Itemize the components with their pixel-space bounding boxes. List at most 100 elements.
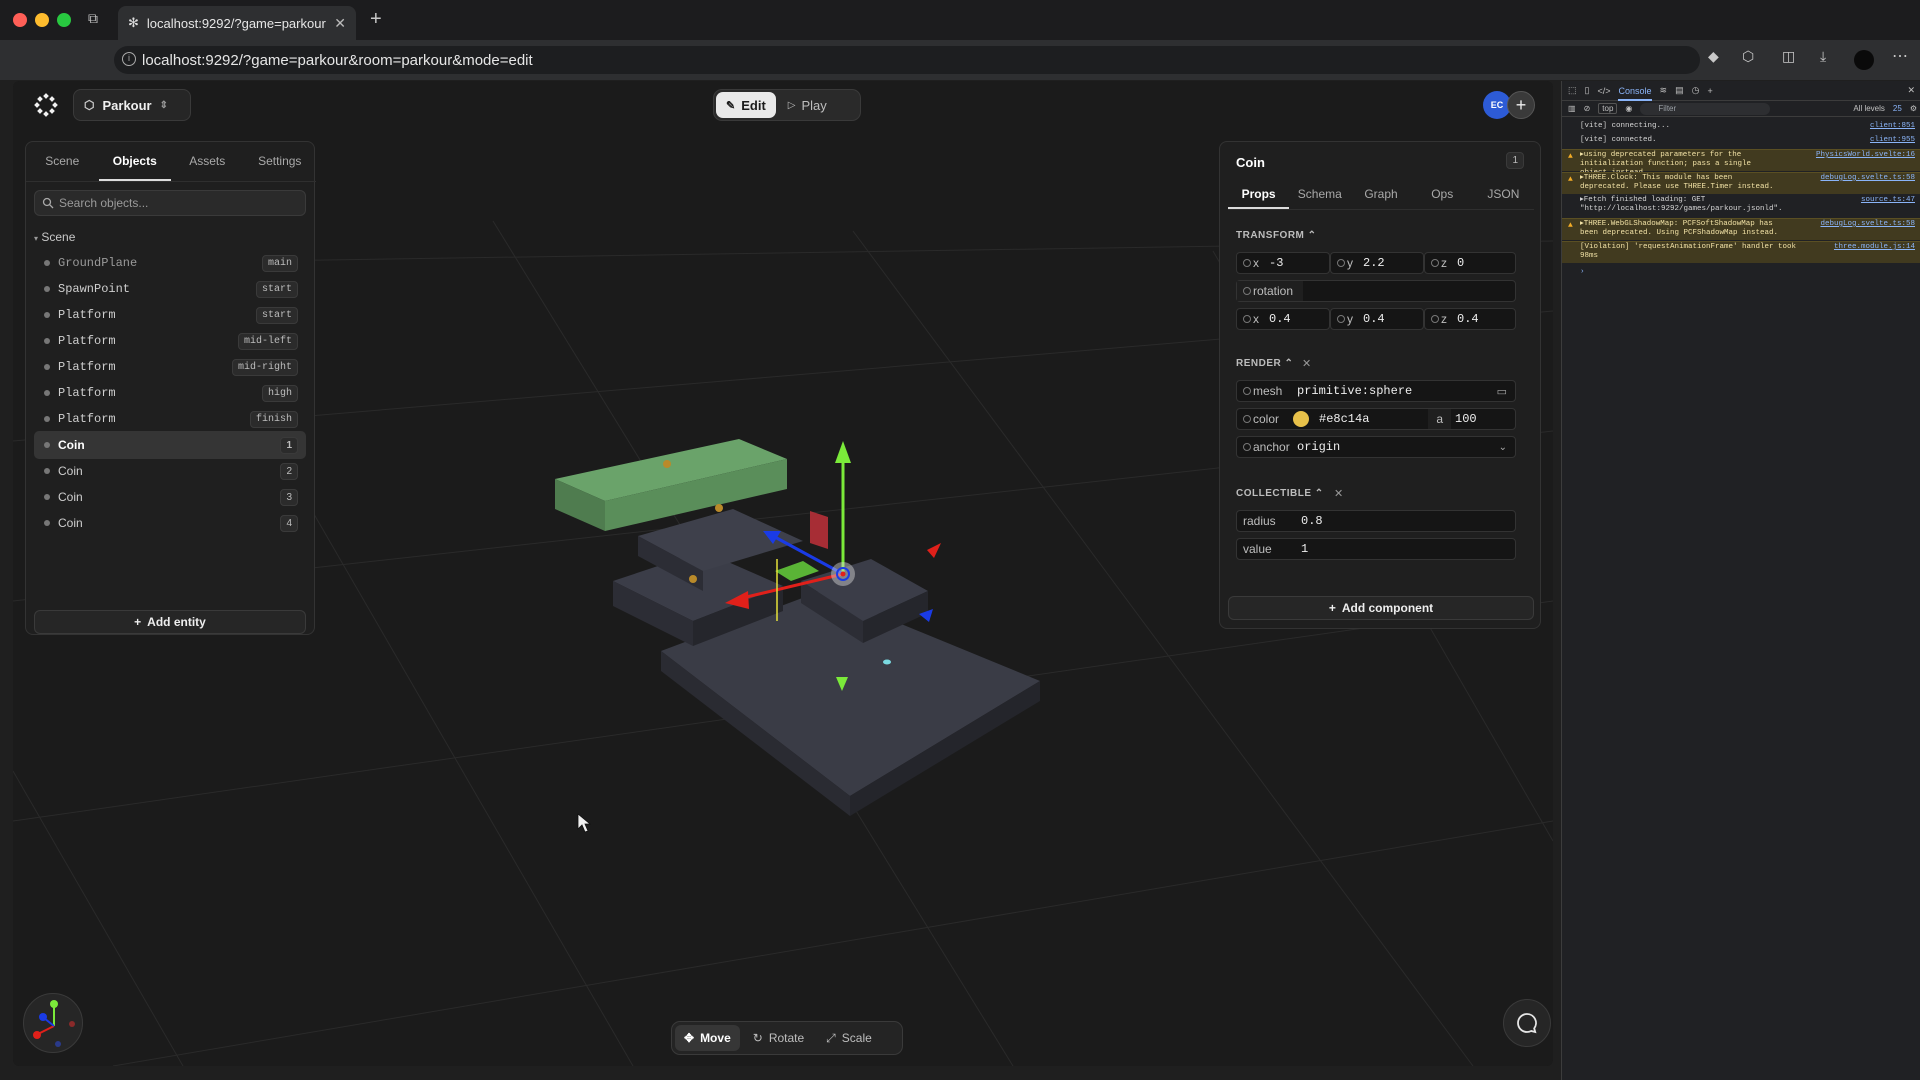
anchor-select-value[interactable]: origin — [1293, 440, 1499, 454]
object-row-platform-finish[interactable]: Platform finish — [34, 405, 306, 433]
issues-count[interactable]: 25 — [1893, 104, 1902, 113]
minimize-window-button[interactable] — [35, 13, 49, 27]
position-y-field[interactable]: y 2.2 — [1330, 252, 1424, 274]
profile-avatar[interactable] — [1854, 50, 1874, 70]
tab-groups-icon[interactable]: ⧉ — [88, 10, 108, 30]
remove-collectible-component-icon[interactable]: ✕ — [1334, 487, 1343, 500]
tab-settings[interactable]: Settings — [244, 142, 317, 181]
tab-json[interactable]: JSON — [1473, 180, 1534, 209]
scale-x-field[interactable]: x 0.4 — [1236, 308, 1330, 330]
tab-assets[interactable]: Assets — [171, 142, 244, 181]
scale-y-field[interactable]: y 0.4 — [1330, 308, 1424, 330]
download-icon[interactable]: ⤓ — [1820, 48, 1826, 65]
network-icon[interactable]: ≋ — [1660, 85, 1668, 96]
object-row-groundplane[interactable]: GroundPlane main — [34, 249, 306, 277]
tab-ops[interactable]: Ops — [1412, 180, 1473, 209]
object-row-platform-mid-right[interactable]: Platform mid-right — [34, 353, 306, 381]
application-icon[interactable]: ▤ — [1675, 85, 1684, 96]
elements-icon[interactable]: </> — [1597, 86, 1610, 96]
object-row-platform-mid-left[interactable]: Platform mid-left — [34, 327, 306, 355]
performance-icon[interactable]: ◷ — [1692, 85, 1700, 96]
device-toolbar-icon[interactable]: ▯ — [1585, 85, 1590, 96]
console-source-link[interactable]: client:955 — [1870, 136, 1915, 145]
tab-schema[interactable]: Schema — [1289, 180, 1350, 209]
invite-user-button[interactable]: + — [1507, 91, 1535, 119]
tab-props[interactable]: Props — [1228, 180, 1290, 209]
console-source-link[interactable]: client:851 — [1870, 122, 1915, 131]
collectible-section-header[interactable]: COLLECTIBLE ⌃ — [1236, 488, 1324, 499]
anchor-field[interactable]: anchor origin ⌄ — [1236, 436, 1516, 458]
object-row-coin-1[interactable]: Coin 1 — [34, 431, 306, 459]
tab-title: localhost:9292/?game=parkour& — [146, 15, 327, 31]
browser-tab[interactable]: ✻ localhost:9292/?game=parkour& ✕ — [118, 6, 356, 40]
add-component-button[interactable]: + Add component — [1228, 596, 1534, 620]
orientation-gizmo[interactable] — [23, 993, 83, 1053]
search-objects-input[interactable] — [34, 190, 306, 216]
object-row-platform-start[interactable]: Platform start — [34, 301, 306, 329]
cube-icon: ⬡ — [84, 98, 95, 112]
console-message: ▸Fetch finished loading: GET "http://loc… — [1562, 195, 1920, 217]
address-bar[interactable]: i localhost:9292/?game=parkour&room=park… — [114, 46, 1700, 74]
scene-tree-header[interactable]: ▾ Scene — [34, 230, 75, 244]
transform-section-header[interactable]: TRANSFORM ⌃ — [1236, 230, 1317, 241]
console-source-link[interactable]: PhysicsWorld.svelte:16 — [1816, 151, 1915, 160]
add-entity-button[interactable]: + Add entity — [34, 610, 306, 634]
color-field[interactable]: color #e8c14a a 100 — [1236, 408, 1516, 430]
object-row-coin-4[interactable]: Coin 4 — [34, 509, 306, 537]
render-section-header[interactable]: RENDER ⌃ — [1236, 358, 1293, 369]
rotate-tool-button[interactable]: ↻ Rotate — [744, 1025, 813, 1051]
radius-field[interactable]: radius 0.8 — [1236, 510, 1516, 532]
object-name: Coin — [58, 516, 83, 530]
object-row-coin-2[interactable]: Coin 2 — [34, 457, 306, 485]
zoom-window-button[interactable] — [57, 13, 71, 27]
rotation-field[interactable]: rotation — [1236, 280, 1516, 302]
remove-render-component-icon[interactable]: ✕ — [1302, 357, 1311, 370]
app-logo-icon[interactable] — [34, 93, 58, 117]
folder-icon[interactable]: ▭ — [1497, 385, 1515, 398]
close-devtools-icon[interactable]: ✕ — [1907, 85, 1920, 96]
chat-button[interactable] — [1503, 999, 1551, 1047]
app-viewport[interactable]: ⬡ Parkour ⇕ ✎ Edit ▷ Play EC + Scene Obj… — [13, 81, 1553, 1066]
value-field[interactable]: value 1 — [1236, 538, 1516, 560]
alpha-value[interactable]: 100 — [1451, 412, 1515, 426]
edit-mode-button[interactable]: ✎ Edit — [716, 92, 776, 118]
console-source-link[interactable]: source.ts:47 — [1861, 196, 1915, 205]
split-view-icon[interactable]: ◫ — [1782, 48, 1795, 65]
log-levels-select[interactable]: All levels — [1853, 104, 1885, 113]
console-source-link[interactable]: three.module.js:14 — [1834, 243, 1915, 252]
console-filter-input[interactable]: Filter — [1640, 102, 1771, 115]
more-menu-icon[interactable]: ⋯ — [1892, 46, 1908, 66]
tab-objects[interactable]: Objects — [98, 142, 171, 181]
close-tab-icon[interactable]: ✕ — [334, 15, 346, 32]
position-x-field[interactable]: x -3 — [1236, 252, 1330, 274]
mesh-field[interactable]: mesh primitive:sphere ▭ — [1236, 380, 1516, 402]
new-tab-button[interactable]: + — [370, 8, 382, 31]
scale-z-field[interactable]: z 0.4 — [1424, 308, 1516, 330]
extension-icon[interactable]: ◆ — [1708, 48, 1719, 65]
sidebar-toggle-icon[interactable]: ▥ — [1568, 104, 1576, 113]
position-z-field[interactable]: z0 — [1424, 252, 1516, 274]
object-row-platform-high[interactable]: Platform high — [34, 379, 306, 407]
inspect-element-icon[interactable]: ⬚ — [1568, 85, 1577, 96]
console-prompt[interactable]: › — [1562, 267, 1920, 278]
console-source-link[interactable]: debugLog.svelte.ts:58 — [1820, 220, 1915, 229]
object-row-coin-3[interactable]: Coin 3 — [34, 483, 306, 511]
tab-graph[interactable]: Graph — [1350, 180, 1411, 209]
object-row-spawnpoint[interactable]: SpawnPoint start — [34, 275, 306, 303]
move-tool-button[interactable]: ✥ Move — [675, 1025, 740, 1051]
more-tabs-icon[interactable]: + — [1707, 86, 1712, 96]
site-info-icon[interactable]: i — [122, 52, 136, 66]
project-selector[interactable]: ⬡ Parkour ⇕ — [73, 89, 191, 121]
tab-scene[interactable]: Scene — [26, 142, 99, 181]
close-window-button[interactable] — [13, 13, 27, 27]
play-mode-button[interactable]: ▷ Play — [778, 92, 837, 118]
context-select[interactable]: top — [1598, 103, 1618, 114]
clear-console-icon[interactable]: ⊘ — [1584, 104, 1591, 113]
console-source-link[interactable]: debugLog.svelte.ts:58 — [1820, 174, 1915, 183]
extensions-puzzle-icon[interactable]: ⬡ — [1742, 48, 1754, 65]
scale-tool-button[interactable]: ⤢ Scale — [817, 1025, 881, 1051]
tab-console[interactable]: Console — [1618, 81, 1652, 101]
eye-icon[interactable]: ◉ — [1625, 104, 1632, 113]
color-swatch[interactable] — [1293, 411, 1309, 427]
settings-gear-icon[interactable]: ⚙ — [1910, 104, 1920, 113]
